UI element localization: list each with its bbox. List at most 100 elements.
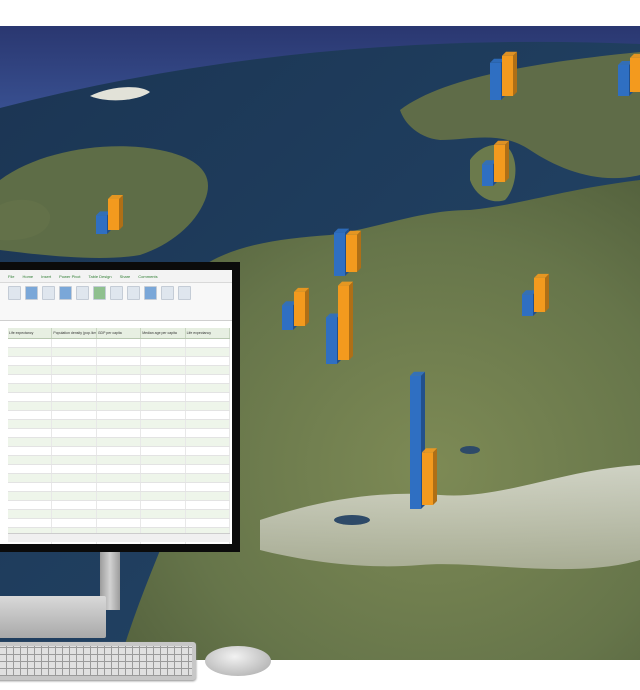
table-cell[interactable] — [8, 402, 53, 410]
table-cell[interactable] — [97, 339, 142, 347]
tab-insert[interactable]: Insert — [41, 274, 51, 279]
table-cell[interactable] — [141, 492, 186, 500]
table-cell[interactable] — [8, 510, 53, 518]
table-cell[interactable] — [141, 456, 186, 464]
table-cell[interactable] — [186, 420, 231, 428]
table-cell[interactable] — [141, 366, 186, 374]
ribbon-button[interactable] — [76, 286, 89, 300]
table-row[interactable] — [8, 339, 231, 348]
table-cell[interactable] — [52, 447, 97, 455]
table-cell[interactable] — [186, 429, 231, 437]
column-header[interactable]: Life expectancy — [8, 328, 53, 338]
keyboard[interactable] — [0, 642, 196, 680]
table-cell[interactable] — [52, 519, 97, 527]
table-row[interactable] — [8, 474, 231, 483]
column-header[interactable]: GDP per capita — [97, 328, 142, 338]
ribbon-button[interactable] — [144, 286, 157, 300]
table-cell[interactable] — [8, 411, 53, 419]
table-cell[interactable] — [141, 510, 186, 518]
table-cell[interactable] — [97, 411, 142, 419]
ribbon-button[interactable] — [110, 286, 123, 300]
table-row[interactable] — [8, 411, 231, 420]
table-row[interactable] — [8, 420, 231, 429]
table-cell[interactable] — [186, 438, 231, 446]
table-cell[interactable] — [97, 375, 142, 383]
table-cell[interactable] — [97, 456, 142, 464]
tab-file[interactable]: File — [8, 274, 14, 279]
ribbon-button[interactable] — [127, 286, 140, 300]
table-cell[interactable] — [8, 420, 53, 428]
table-cell[interactable] — [52, 429, 97, 437]
table-cell[interactable] — [141, 420, 186, 428]
table-cell[interactable] — [141, 438, 186, 446]
column-header[interactable]: Median age per capita — [141, 328, 186, 338]
table-cell[interactable] — [141, 375, 186, 383]
table-cell[interactable] — [8, 465, 53, 473]
bar-denmark-series-b[interactable] — [494, 140, 509, 182]
table-cell[interactable] — [97, 474, 142, 482]
table-cell[interactable] — [186, 483, 231, 491]
table-row[interactable] — [8, 510, 231, 519]
table-cell[interactable] — [186, 366, 231, 374]
table-row[interactable] — [8, 357, 231, 366]
column-header[interactable]: Population density (pop./km2) — [52, 328, 97, 338]
table-cell[interactable] — [8, 357, 53, 365]
ribbon-button[interactable] — [8, 286, 21, 300]
table-cell[interactable] — [186, 384, 231, 392]
table-cell[interactable] — [52, 348, 97, 356]
table-cell[interactable] — [141, 429, 186, 437]
table-row[interactable] — [8, 348, 231, 357]
table-cell[interactable] — [97, 519, 142, 527]
table-cell[interactable] — [186, 339, 231, 347]
tab-home[interactable]: Home — [22, 274, 33, 279]
table-cell[interactable] — [8, 366, 53, 374]
bar-luxembourg-series-b[interactable] — [338, 281, 353, 360]
table-cell[interactable] — [97, 366, 142, 374]
table-cell[interactable] — [186, 402, 231, 410]
table-cell[interactable] — [8, 393, 53, 401]
bar-switzerland-series-b[interactable] — [422, 448, 437, 505]
bar-belgium-series-b[interactable] — [294, 287, 309, 326]
table-cell[interactable] — [97, 393, 142, 401]
table-cell[interactable] — [141, 348, 186, 356]
table-cell[interactable] — [8, 483, 53, 491]
table-cell[interactable] — [186, 375, 231, 383]
ribbon-button[interactable] — [25, 286, 38, 300]
table-cell[interactable] — [141, 411, 186, 419]
table-cell[interactable] — [97, 447, 142, 455]
table-cell[interactable] — [52, 438, 97, 446]
table-cell[interactable] — [8, 384, 53, 392]
table-cell[interactable] — [97, 438, 142, 446]
table-cell[interactable] — [186, 501, 231, 509]
table-cell[interactable] — [141, 339, 186, 347]
table-cell[interactable] — [186, 456, 231, 464]
bar-sweden-series-b[interactable] — [630, 53, 640, 92]
spreadsheet-window[interactable]: File Home Insert Power Pivot Table Desig… — [0, 270, 232, 544]
table-cell[interactable] — [141, 501, 186, 509]
table-row[interactable] — [8, 483, 231, 492]
ribbon-button[interactable] — [178, 286, 191, 300]
table-cell[interactable] — [52, 393, 97, 401]
table-cell[interactable] — [141, 384, 186, 392]
table-cell[interactable] — [186, 348, 231, 356]
table-row[interactable] — [8, 438, 231, 447]
table-cell[interactable] — [8, 492, 53, 500]
bar-norway-series-b[interactable] — [502, 51, 517, 96]
table-row[interactable] — [8, 447, 231, 456]
table-cell[interactable] — [52, 474, 97, 482]
table-row[interactable] — [8, 492, 231, 501]
table-cell[interactable] — [97, 420, 142, 428]
table-cell[interactable] — [186, 447, 231, 455]
table-row[interactable] — [8, 465, 231, 474]
tab-share[interactable]: Share — [120, 274, 131, 279]
table-cell[interactable] — [52, 339, 97, 347]
table-cell[interactable] — [52, 501, 97, 509]
table-cell[interactable] — [8, 429, 53, 437]
table-cell[interactable] — [97, 402, 142, 410]
table-cell[interactable] — [186, 465, 231, 473]
table-cell[interactable] — [8, 348, 53, 356]
table-cell[interactable] — [141, 393, 186, 401]
table-cell[interactable] — [141, 474, 186, 482]
table-cell[interactable] — [97, 492, 142, 500]
table-row[interactable] — [8, 501, 231, 510]
